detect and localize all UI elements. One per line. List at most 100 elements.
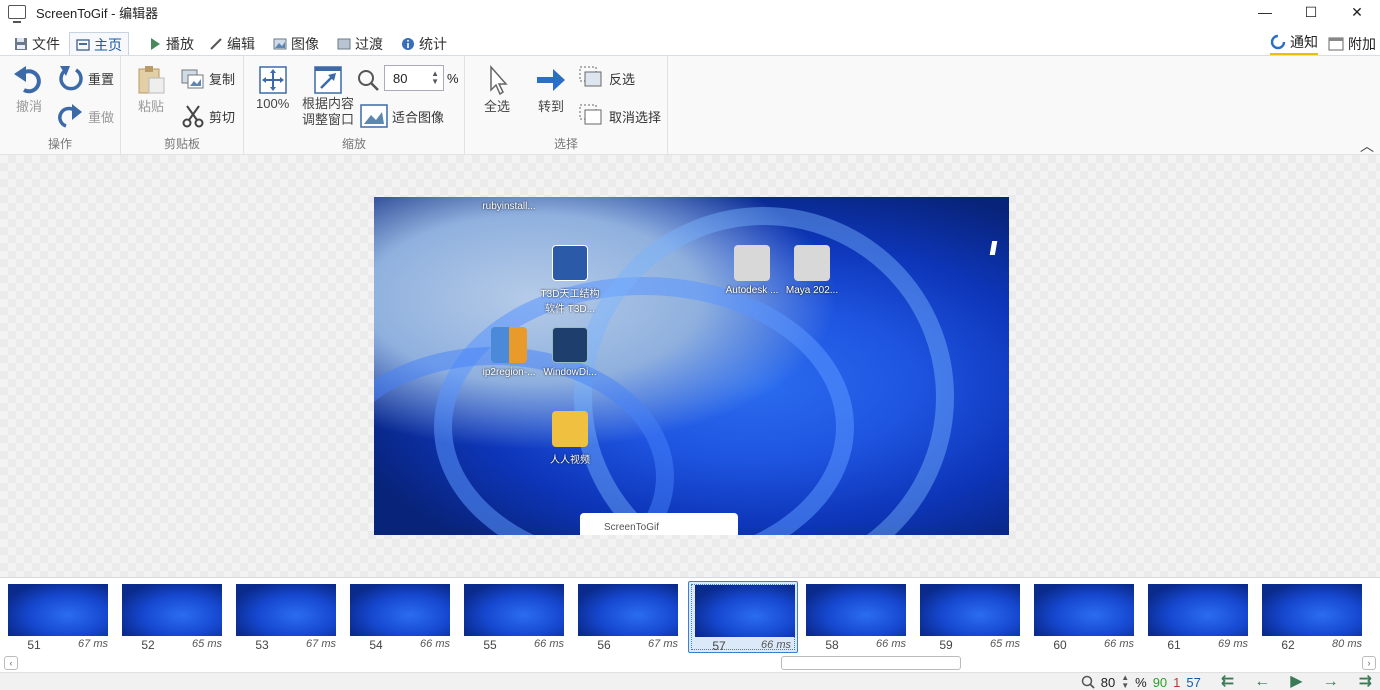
frame-delay: 65 ms — [192, 638, 222, 650]
fit-window-label-1: 根据内容 — [302, 96, 355, 111]
group-clipboard-label-text: 剪贴板 — [163, 137, 200, 151]
frame-thumbnail[interactable]: 55 66 ms — [460, 581, 570, 653]
first-frame-icon[interactable]: ⇇ — [1221, 673, 1234, 690]
tab-extras-label: 附加 — [1348, 36, 1376, 52]
scrollbar-thumb[interactable] — [781, 656, 961, 670]
frame-number: 51 — [27, 638, 41, 652]
frame-thumbnail[interactable]: 52 65 ms — [118, 581, 228, 653]
frame-delay: 80 ms — [1332, 638, 1362, 650]
tab-image[interactable]: 图像 — [267, 32, 325, 56]
frame-delay: 65 ms — [990, 638, 1020, 650]
frame-thumbnail-image — [350, 584, 450, 636]
frame-number: 56 — [597, 638, 611, 652]
frame-number: 62 — [1281, 638, 1295, 652]
tab-stats[interactable]: 统计 — [395, 32, 453, 56]
image-icon — [273, 38, 287, 50]
tab-edit[interactable]: 编辑 — [203, 32, 261, 56]
frame-thumbnail[interactable]: 51 67 ms — [4, 581, 114, 653]
status-zoom-spinner[interactable]: ▲ ▼ — [1121, 674, 1129, 690]
frame-thumbnail-selected[interactable]: 57 66 ms — [688, 581, 798, 653]
invert-selection-button[interactable]: 反选 — [579, 66, 635, 90]
fit-window-button[interactable]: 根据内容 调整窗口 — [302, 64, 354, 128]
mini-window: ScreenToGif — [580, 513, 738, 535]
next-frame-icon[interactable]: → — [1323, 673, 1339, 690]
fit-image-button[interactable]: 适合图像 — [360, 104, 444, 128]
frame-delay: 69 ms — [1218, 638, 1248, 650]
zoom-spinner[interactable]: ▲ ▼ — [431, 70, 439, 86]
select-all-button[interactable]: 全选 — [481, 64, 513, 115]
tab-play[interactable]: 播放 — [142, 32, 200, 56]
frame-filmstrip: 51 67 ms 52 65 ms 53 67 ms 54 66 ms 55 66 ms … — [0, 577, 1380, 654]
selected-frames-count: 1 — [1173, 674, 1181, 690]
window-icon — [1328, 37, 1344, 51]
frame-number: 54 — [369, 638, 383, 652]
tab-file[interactable]: 文件 — [8, 32, 66, 56]
zoom-input[interactable]: 80 ▲ ▼ — [384, 65, 444, 91]
current-frame-number: 57 — [1186, 674, 1201, 690]
filmstrip-scrollbar[interactable]: ‹ › — [0, 654, 1380, 672]
close-button[interactable]: ✕ — [1334, 0, 1380, 24]
undo-button[interactable]: 撤消 — [12, 64, 46, 115]
maximize-button[interactable]: ☐ — [1288, 0, 1334, 24]
frame-thumbnail[interactable]: 60 66 ms — [1030, 581, 1140, 653]
zoom-input-value: 80 — [393, 70, 408, 86]
deselect-button[interactable]: 取消选择 — [579, 104, 661, 128]
frame-thumbnail[interactable]: 56 67 ms — [574, 581, 684, 653]
tab-image-label: 图像 — [291, 36, 319, 52]
last-frame-icon[interactable]: ⇉ — [1359, 673, 1372, 690]
tab-extras[interactable]: 附加 — [1328, 32, 1376, 56]
window-title: ScreenToGif - 编辑器 — [36, 5, 159, 21]
frame-delay: 66 ms — [761, 639, 791, 651]
redo-button[interactable]: 重做 — [58, 102, 114, 130]
app-shortcut-icon — [794, 245, 830, 281]
app-icon — [8, 5, 26, 23]
desktop-icon-label: WindowDi... — [543, 367, 597, 378]
tab-edit-label: 编辑 — [227, 36, 255, 52]
status-zoom-value[interactable]: 80 — [1101, 675, 1115, 690]
tab-transition[interactable]: 过渡 — [331, 32, 389, 56]
frame-thumbnail[interactable]: 59 65 ms — [916, 581, 1026, 653]
paste-label: 粘贴 — [137, 99, 164, 114]
frame-thumbnail-image — [1262, 584, 1362, 636]
app-shortcut-icon — [552, 245, 588, 281]
previous-frame-icon[interactable]: ← — [1254, 673, 1270, 690]
group-action: 撤消 重置 重做 操作 — [0, 56, 121, 156]
minimize-button[interactable]: — — [1242, 0, 1288, 24]
fit-image-label: 适合图像 — [392, 109, 445, 125]
cut-button[interactable]: 剪切 — [181, 104, 235, 128]
zoom-100-button[interactable]: 100% — [256, 64, 289, 111]
goto-label: 转到 — [537, 99, 564, 114]
tab-transition-label: 过渡 — [355, 36, 383, 52]
deselect-icon — [579, 104, 602, 125]
frame-delay: 67 ms — [306, 638, 336, 650]
tab-stats-label: 统计 — [419, 36, 447, 52]
frame-thumbnail[interactable]: 58 66 ms — [802, 581, 912, 653]
reset-icon — [59, 66, 83, 91]
resize-window-icon — [314, 66, 342, 94]
status-zoom-percent: % — [1135, 674, 1147, 690]
copy-button[interactable]: 复制 — [181, 66, 235, 90]
frame-thumbnail[interactable]: 54 66 ms — [346, 581, 456, 653]
frame-delay: 66 ms — [1104, 638, 1134, 650]
scroll-right-button[interactable]: › — [1362, 656, 1376, 670]
frame-thumbnail[interactable]: 61 69 ms — [1144, 581, 1254, 653]
scroll-left-button[interactable]: ‹ — [4, 656, 18, 670]
frame-thumbnail[interactable]: 62 80 ms — [1258, 581, 1368, 653]
ribbon-tabs: 文件 主页 播放 编辑 图像 过渡 统计 通知 附加 — [0, 32, 1380, 56]
tab-home[interactable]: 主页 — [69, 32, 129, 56]
frame-number: 57 — [712, 639, 726, 653]
redo-label: 重做 — [88, 109, 115, 125]
tab-notifications[interactable]: 通知 — [1270, 32, 1318, 56]
goto-button[interactable]: 转到 — [535, 64, 567, 115]
frame-thumbnail[interactable]: 53 67 ms — [232, 581, 342, 653]
folder-icon — [552, 411, 588, 447]
frame-thumbnail-image — [122, 584, 222, 636]
paste-button[interactable]: 粘贴 — [135, 64, 167, 115]
title-bar: ScreenToGif - 编辑器 — ☐ ✕ — [0, 0, 1380, 24]
reset-button[interactable]: 重置 — [58, 64, 114, 92]
group-clipboard: 粘贴 复制 剪切 剪贴板 — [121, 56, 244, 156]
play-icon[interactable]: ▶ — [1290, 673, 1302, 690]
mini-window-title: ScreenToGif — [604, 522, 660, 533]
cursor-icon — [490, 65, 508, 96]
collapse-ribbon-button[interactable]: ︿ — [1360, 136, 1374, 156]
